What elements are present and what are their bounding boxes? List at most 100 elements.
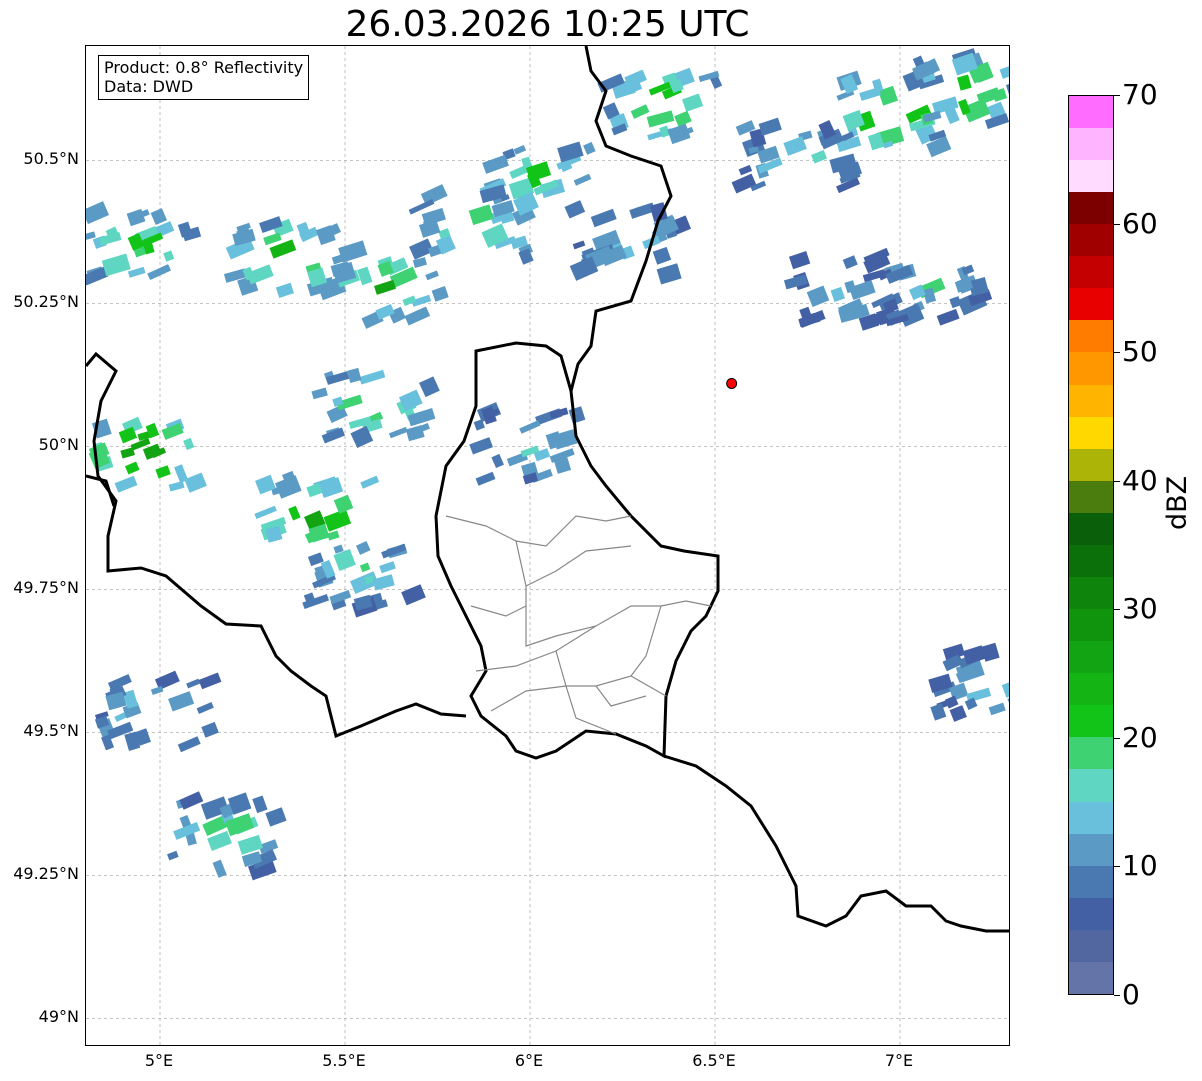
reflectivity-pixel (583, 141, 596, 155)
colorbar-segment (1069, 480, 1113, 513)
reflectivity-pixel (811, 149, 828, 164)
colorbar-segment (1069, 865, 1113, 898)
reflectivity-pixel (646, 110, 675, 128)
colorbar-segment (1069, 961, 1113, 994)
reflectivity-pixel (196, 701, 214, 714)
reflectivity-pixel (564, 200, 586, 219)
colorbar-segment (1069, 159, 1113, 193)
reflectivity-pixel (388, 426, 408, 439)
colorbar-segment (1069, 320, 1113, 353)
reflectivity-pixel (338, 240, 368, 263)
reflectivity-pixel (469, 437, 493, 455)
reflectivity-pixel (183, 437, 195, 451)
lon-tick-label: 6°E (514, 1051, 544, 1070)
radar-map[interactable]: Product: 0.8° Reflectivity Data: DWD (85, 45, 1010, 1046)
lat-tick-label: 49.5°N (23, 721, 79, 741)
reflectivity-pixel (360, 475, 380, 489)
luxembourg-border (434, 341, 720, 760)
reflectivity-pixel (101, 253, 131, 277)
reflectivity-pixel (468, 204, 494, 226)
reflectivity-pixel (681, 93, 704, 112)
reflectivity-pixel (758, 117, 782, 136)
reflectivity-pixel (401, 584, 426, 606)
reflectivity-pixel (168, 480, 185, 492)
lon-tick-label: 6.5°E (692, 1051, 736, 1070)
colorbar-tickmark (1114, 866, 1120, 868)
lat-tick-label: 49.75°N (13, 578, 79, 598)
colorbar-segment (1069, 801, 1113, 834)
reflectivity-pixel (652, 246, 672, 265)
colorbar-segment (1069, 288, 1113, 321)
reflectivity-pixel (482, 154, 509, 174)
colorbar-tick-label: 0 (1122, 978, 1140, 1011)
colorbar-tick-label: 10 (1122, 849, 1158, 883)
colorbar-tick-label: 30 (1122, 592, 1158, 626)
colorbar-segment (1069, 352, 1113, 385)
product-info-box: Product: 0.8° Reflectivity Data: DWD (98, 55, 310, 100)
reflectivity-pixel (327, 530, 340, 541)
reflectivity-pixel (184, 472, 207, 493)
reflectivity-pixel (379, 561, 396, 574)
reflectivity-pixel (318, 477, 344, 499)
reflectivity-pixel (421, 207, 446, 226)
reflectivity-pixel (163, 250, 175, 262)
colorbar-label: dBZ (1162, 475, 1193, 530)
colorbar-segment (1069, 224, 1113, 257)
reflectivity-pixel (275, 282, 294, 298)
radar-map-canvas (86, 46, 1009, 1045)
reflectivity-pixel (359, 562, 371, 573)
reflectivity-pixel (311, 387, 328, 400)
colorbar-tick-label: 50 (1122, 335, 1158, 369)
reflectivity-pixel (988, 702, 1006, 716)
reflectivity-pixel (186, 678, 201, 689)
lon-tick-label: 7°E (884, 1051, 914, 1070)
colorbar-tickmark (1114, 95, 1120, 96)
reflectivity-pixel (355, 541, 371, 555)
reflectivity-pixel (232, 228, 256, 246)
reflectivity-pixel (323, 508, 352, 532)
reflectivity-pixel (667, 123, 691, 145)
colorbar-segment (1069, 384, 1113, 417)
reflectivity-pixel (404, 306, 431, 326)
reflectivity-pixel (962, 645, 986, 665)
reflectivity-pixel (237, 834, 264, 855)
reflectivity-pixel (573, 173, 592, 186)
reflectivity-pixel (167, 850, 179, 861)
reflectivity-pixel (150, 208, 168, 225)
map-title: 26.03.2026 10:25 UTC (345, 4, 750, 45)
reflectivity-pixel (859, 87, 881, 101)
reflectivity-pixel (252, 795, 268, 814)
france-germany-border (663, 754, 1009, 933)
reflectivity-pixel (150, 685, 164, 696)
reflectivity-pixel (949, 705, 967, 722)
colorbar-tick-label: 20 (1122, 720, 1158, 754)
reflectivity-pixel (419, 376, 440, 398)
reflectivity-pixel (830, 286, 845, 303)
reflectivity-pixel (491, 453, 504, 469)
lat-tick-label: 50.25°N (13, 292, 79, 312)
colorbar-segment (1069, 192, 1113, 225)
colorbar-tick-label: 60 (1122, 206, 1158, 240)
lon-tick-label: 5°E (144, 1051, 174, 1070)
reflectivity-pixel (475, 471, 496, 486)
reflectivity-pixel (957, 74, 972, 91)
reflectivity-pixel (179, 791, 204, 810)
colorbar-segment (1069, 641, 1113, 674)
location-marker[interactable] (726, 377, 738, 389)
reflectivity-pixel (333, 494, 354, 514)
reflectivity-pixel (738, 164, 753, 176)
colorbar-segment (1069, 96, 1113, 128)
colorbar-tickmark (1114, 223, 1120, 225)
reflectivity-pixel (265, 807, 287, 827)
reflectivity-pixel (374, 279, 396, 295)
colorbar-tick-label: 70 (1122, 78, 1158, 111)
reflectivity-pixel (198, 672, 222, 690)
lat-tick-label: 50°N (38, 435, 79, 455)
colorbar-segment (1069, 576, 1113, 610)
reflectivity-pixel (674, 110, 692, 127)
reflectivity-pixel (168, 691, 195, 712)
colorbar-tickmark (1114, 995, 1120, 996)
colorbar-segment (1069, 127, 1113, 160)
product-label: Product: 0.8° Reflectivity (104, 58, 304, 77)
colorbar-segment (1069, 673, 1113, 706)
